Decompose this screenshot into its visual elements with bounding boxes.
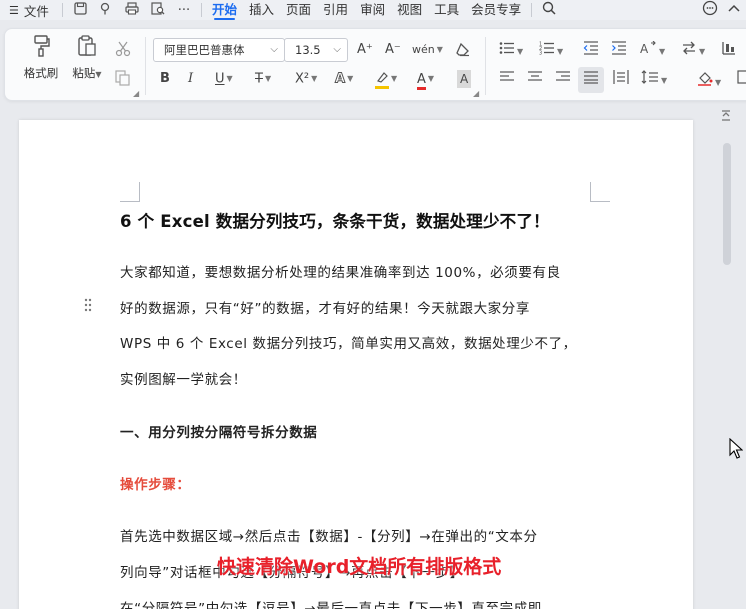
tab-home[interactable]: 开始 [206,0,243,20]
format-painter-label: 格式刷 [23,66,59,80]
font-name-select[interactable]: 阿里巴巴普惠体 ⌵ [153,38,285,62]
font-expand-icon[interactable]: ◢ [473,89,479,98]
format-painter-button[interactable]: 格式刷 [19,35,63,81]
border-icon[interactable] [737,70,746,90]
highlight-icon [375,71,389,89]
paragraph-line: 好的数据源，只有“好”的数据，才有好的结果！今天就跟大家分享 [120,301,530,317]
paragraph-line: 首先选中数据区域→然后点击【数据】-【分列】→在弹出的“文本分 [120,529,538,545]
chevron-down-icon: ⌵ [270,44,278,55]
paragraph-line: 实例图解一学就会！ [120,372,247,388]
svg-text:A: A [640,42,649,55]
document-page[interactable]: 6 个 Excel 数据分列技巧，条条干货，数据处理少不了！ 大家都知道，要想数… [19,120,693,609]
italic-button[interactable]: I [188,70,193,88]
file-menu[interactable]: ☰ 文件 [0,1,58,20]
format-painter-icon [19,35,63,65]
distributed-align-icon[interactable] [613,70,629,90]
cut-icon[interactable] [115,41,131,61]
clipboard-expand-icon[interactable]: ◢ [133,89,139,98]
tab-tools[interactable]: 工具 [428,0,465,20]
tab-member[interactable]: 会员专享 [465,0,527,20]
svg-text:3: 3 [539,51,542,56]
paste-icon [65,35,109,65]
highlight-button[interactable]: ▼ [375,70,397,89]
paste-label: 粘贴 [72,66,96,80]
collapse-ribbon-icon[interactable] [728,3,740,18]
paste-dropdown-icon[interactable]: ▼ [95,70,101,79]
shading-fill-icon[interactable]: ▼ [697,70,721,92]
underline-label: U [215,71,225,87]
font-color-label: A [417,72,426,90]
strikethrough-label: T [255,71,263,87]
font-size-select[interactable]: 13.5 ⌵ [284,38,348,62]
menu-bar: ☰ 文件 ··· 开始 插入 页面 引用 审阅 视图 工具 会员专享 [0,0,746,20]
numbered-list-button[interactable]: 1 2 3 ▼ [539,41,563,61]
more-icon[interactable]: ··· [171,3,197,18]
paragraph-line: WPS 中 6 个 Excel 数据分列技巧，简单实用又高效，数据处理少不了， [120,336,577,352]
paragraph-drag-handle-icon[interactable] [84,298,92,316]
decrease-indent-icon[interactable] [583,41,599,61]
text-effect-button[interactable]: A ▼ [334,70,353,89]
section-heading: 一、用分列按分隔符号拆分数据 [120,425,318,441]
tab-review[interactable]: 审阅 [354,0,391,20]
steps-label: 操作步骤： [120,477,191,493]
save-icon[interactable] [67,1,93,19]
strikethrough-button[interactable]: T ▼ [255,70,271,89]
print-preview-icon[interactable] [145,1,171,19]
paste-button[interactable]: 粘贴▼ [65,35,109,81]
font-grow-icon[interactable]: A⁺ [357,41,373,59]
superscript-label: X² [295,71,310,87]
menu-divider [201,3,202,17]
chevron-down-icon: ⌵ [333,44,341,55]
pinyin-guide-label: wén [412,43,435,56]
tab-page[interactable]: 页面 [280,0,317,20]
text-effect-label: A [334,71,346,87]
font-shrink-icon[interactable]: A⁻ [385,41,401,59]
justify-icon[interactable] [578,67,604,93]
tab-insert[interactable]: 插入 [243,0,280,20]
show-marks-icon[interactable] [721,41,737,61]
font-name-value: 阿里巴巴普惠体 [164,43,245,57]
paragraph-line: 大家都知道，要想数据分析处理的结果准确率到达 100%，必须要有良 [120,265,561,281]
overlay-caption: 快速清除Word文档所有排版格式 [217,556,502,578]
margin-mark-right [590,182,610,202]
paragraph-line: 在“分隔符号”中勾选【逗号】→最后一直点击【下一步】直至完成即 [120,601,542,609]
align-left-icon[interactable] [499,70,515,90]
text-direction-icon[interactable]: A ▼ [639,40,665,61]
character-shading-button[interactable]: A [457,70,472,88]
file-menu-label: 文件 [23,3,49,19]
margin-mark-left [120,182,140,202]
document-title: 6 个 Excel 数据分列技巧，条条干货，数据处理少不了！ [120,212,550,231]
export-pdf-icon[interactable] [93,2,119,19]
hamburger-icon: ☰ [9,3,19,17]
menu-divider [62,3,63,17]
superscript-button[interactable]: X² ▼ [295,70,317,89]
bold-button[interactable]: B [160,70,170,88]
bullet-list-button[interactable]: ▼ [499,41,523,61]
pinyin-guide-icon[interactable]: wén ▼ [412,41,443,59]
font-size-value: 13.5 [295,43,321,57]
vertical-scrollbar-thumb[interactable] [723,143,731,265]
sort-icon[interactable]: ▼ [681,41,705,61]
clear-format-icon[interactable] [455,41,471,63]
feedback-icon[interactable] [702,0,718,20]
search-icon[interactable] [542,1,556,19]
copy-icon[interactable] [115,70,131,90]
tab-view[interactable]: 视图 [391,0,428,20]
font-color-button[interactable]: A ▼ [417,70,434,90]
print-icon[interactable] [119,1,145,19]
menu-right-icons [702,0,740,20]
align-right-icon[interactable] [555,70,571,90]
menu-divider [531,3,533,17]
tab-references[interactable]: 引用 [317,0,354,20]
increase-indent-icon[interactable] [611,41,627,61]
ribbon-divider [485,37,486,95]
scroll-to-top-icon[interactable] [721,110,731,125]
ribbon-toolbar: 格式刷 粘贴▼ ◢ 阿里巴巴普惠体 ⌵ 13.5 ⌵ A⁺ A⁻ wén ▼ B … [4,28,746,101]
line-spacing-icon[interactable]: ▼ [641,70,667,90]
ribbon-divider [145,37,146,95]
mouse-pointer-icon [729,437,744,464]
align-center-icon[interactable] [527,70,543,90]
underline-button[interactable]: U ▼ [215,70,233,89]
